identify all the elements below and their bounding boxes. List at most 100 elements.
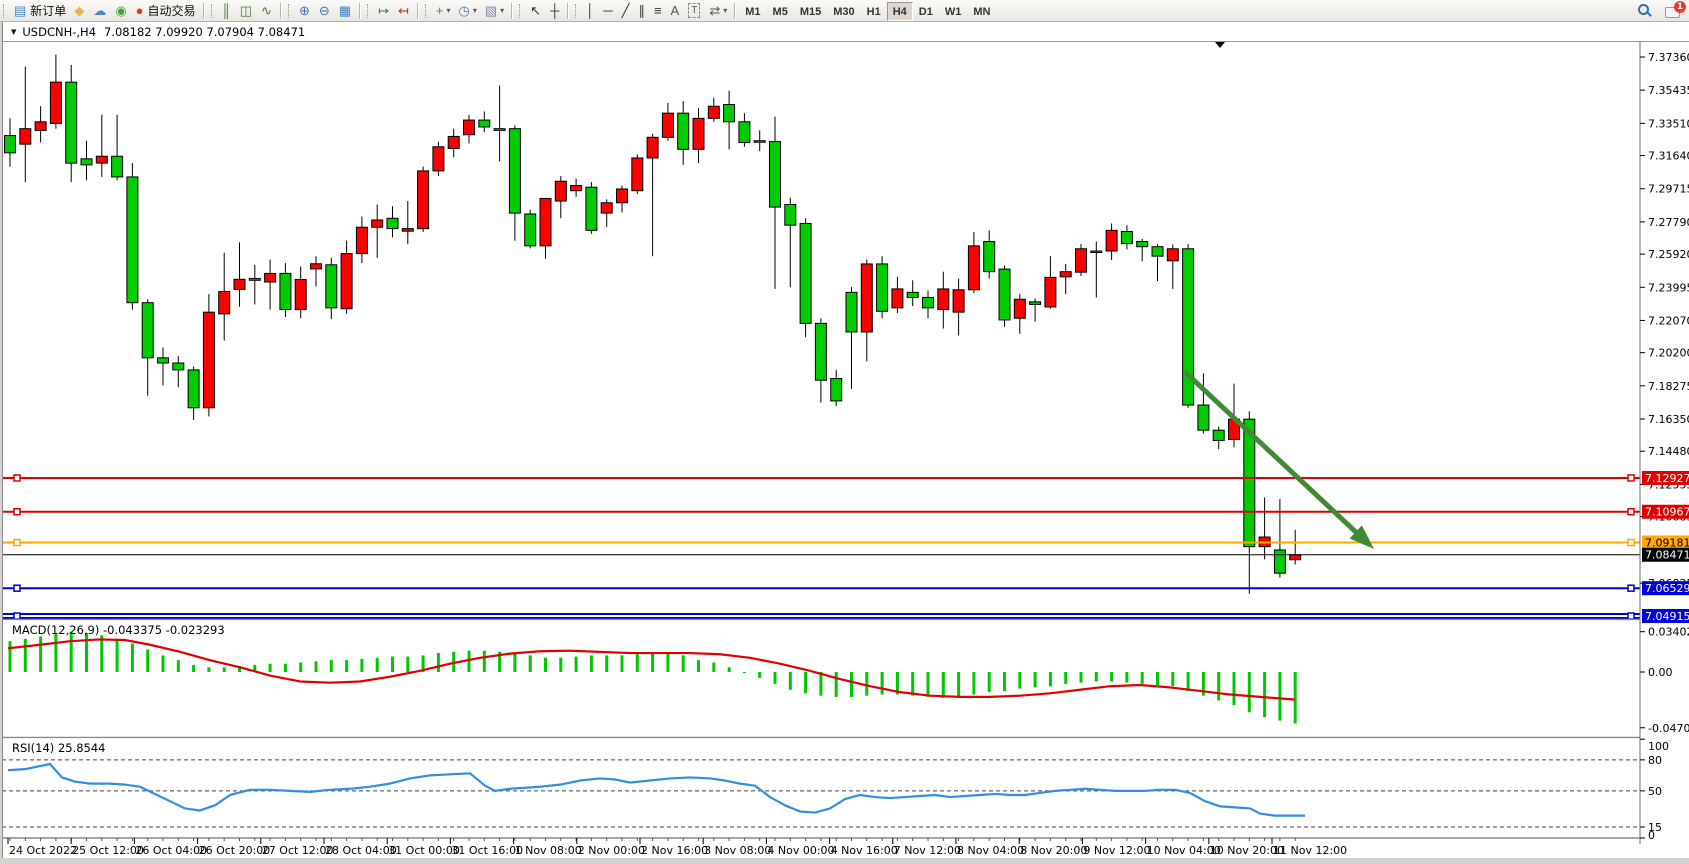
candle-body[interactable] bbox=[5, 136, 16, 153]
level-drag-handle[interactable] bbox=[14, 475, 20, 481]
candle-body[interactable] bbox=[127, 177, 138, 303]
chevron-down-icon[interactable]: ▾ bbox=[446, 6, 450, 15]
candle-body[interactable] bbox=[1045, 277, 1056, 307]
candle-body[interactable] bbox=[158, 358, 169, 363]
zoom-out-button[interactable]: ⊖ bbox=[315, 1, 335, 20]
candle-body[interactable] bbox=[1167, 249, 1178, 261]
candle-body[interactable] bbox=[341, 254, 352, 309]
candle-body[interactable] bbox=[708, 106, 719, 118]
candle-body[interactable] bbox=[234, 279, 245, 289]
candle-body[interactable] bbox=[372, 220, 383, 227]
candle-body[interactable] bbox=[800, 223, 811, 323]
candle-body[interactable] bbox=[815, 323, 826, 380]
new-order-button[interactable]: ▤新订单 bbox=[10, 1, 70, 20]
candle-body[interactable] bbox=[112, 156, 123, 177]
candle-body[interactable] bbox=[724, 105, 735, 122]
candle-body[interactable] bbox=[586, 187, 597, 230]
timeframe-d1-button[interactable]: D1 bbox=[913, 2, 939, 21]
candle-body[interactable] bbox=[678, 113, 689, 149]
timeframe-h4-button[interactable]: H4 bbox=[887, 2, 913, 21]
level-drag-handle[interactable] bbox=[1628, 509, 1634, 515]
auto-scroll-button[interactable]: ↦ bbox=[374, 1, 394, 20]
timeframe-w1-button[interactable]: W1 bbox=[939, 2, 968, 21]
level-drag-handle[interactable] bbox=[1628, 475, 1634, 481]
candle-body[interactable] bbox=[555, 181, 566, 201]
candle-body[interactable] bbox=[693, 118, 704, 149]
chart-collapse-icon[interactable]: ▼ bbox=[11, 28, 16, 36]
candle-body[interactable] bbox=[249, 279, 260, 281]
candle-body[interactable] bbox=[525, 214, 536, 246]
candle-body[interactable] bbox=[1030, 302, 1041, 305]
label-button[interactable]: T bbox=[684, 1, 705, 20]
candle-body[interactable] bbox=[617, 189, 628, 203]
candle-body[interactable] bbox=[280, 273, 291, 309]
candle-body[interactable] bbox=[265, 273, 276, 282]
horizontal-line-button[interactable]: ─ bbox=[599, 1, 617, 20]
level-drag-handle[interactable] bbox=[14, 613, 20, 619]
search-icon[interactable] bbox=[1638, 4, 1651, 17]
candle-body[interactable] bbox=[173, 363, 184, 370]
candle-body[interactable] bbox=[892, 289, 903, 308]
timeframe-m5-button[interactable]: M5 bbox=[767, 2, 794, 21]
candle-body[interactable] bbox=[433, 147, 444, 171]
candle-body[interactable] bbox=[50, 82, 61, 123]
candle-body[interactable] bbox=[96, 156, 107, 163]
level-drag-handle[interactable] bbox=[14, 509, 20, 515]
candle-body[interactable] bbox=[601, 203, 612, 213]
candle-body[interactable] bbox=[1290, 555, 1301, 560]
chat-icon[interactable]: 1 bbox=[1665, 5, 1681, 17]
indicators-button[interactable]: +▾ bbox=[432, 1, 455, 20]
candle-body[interactable] bbox=[479, 120, 490, 127]
arrows-button[interactable]: ⇄▾ bbox=[705, 1, 731, 20]
candle-body[interactable] bbox=[509, 129, 520, 213]
candle-body[interactable] bbox=[984, 242, 995, 272]
charts-cloud-button[interactable]: ☁ bbox=[89, 1, 111, 20]
candle-body[interactable] bbox=[571, 186, 582, 191]
candle-body[interactable] bbox=[203, 312, 214, 408]
candle-body[interactable] bbox=[188, 370, 199, 408]
candle-body[interactable] bbox=[770, 142, 781, 207]
candle-body[interactable] bbox=[632, 158, 643, 191]
crosshair-button[interactable]: ┼ bbox=[546, 1, 564, 20]
candle-body[interactable] bbox=[464, 120, 475, 135]
candle-body[interactable] bbox=[540, 198, 551, 245]
candle-body[interactable] bbox=[968, 246, 979, 290]
candle-body[interactable] bbox=[356, 227, 367, 253]
candle-body[interactable] bbox=[1137, 242, 1148, 247]
signals-button[interactable]: ◉ bbox=[111, 1, 131, 20]
candle-body[interactable] bbox=[494, 129, 505, 131]
candle-body[interactable] bbox=[66, 82, 77, 163]
candle-body[interactable] bbox=[1060, 272, 1071, 277]
timeframe-m1-button[interactable]: M1 bbox=[739, 2, 766, 21]
periods-button[interactable]: ◷▾ bbox=[454, 1, 480, 20]
text-button[interactable]: A bbox=[667, 1, 685, 20]
candle-body[interactable] bbox=[907, 292, 918, 297]
candle-body[interactable] bbox=[1091, 251, 1102, 253]
candle-body[interactable] bbox=[923, 298, 934, 308]
candle-body[interactable] bbox=[938, 289, 949, 310]
tile-windows-button[interactable]: ▦ bbox=[335, 1, 356, 20]
candle-body[interactable] bbox=[1014, 299, 1025, 318]
candle-body[interactable] bbox=[785, 204, 796, 225]
autotrading-button[interactable]: ●自动交易 bbox=[132, 1, 200, 20]
level-drag-handle[interactable] bbox=[1628, 613, 1634, 619]
equidistant-channel-button[interactable]: ∥ bbox=[634, 1, 650, 20]
timeframe-h1-button[interactable]: H1 bbox=[861, 2, 887, 21]
timeframe-m30-button[interactable]: M30 bbox=[827, 2, 860, 21]
candle-body[interactable] bbox=[418, 171, 429, 229]
candle-body[interactable] bbox=[219, 291, 230, 313]
templates-button[interactable]: ▧▾ bbox=[481, 1, 508, 20]
candle-body[interactable] bbox=[326, 265, 337, 308]
candle-body[interactable] bbox=[831, 379, 842, 401]
candle-body[interactable] bbox=[20, 129, 31, 145]
candle-body[interactable] bbox=[1106, 230, 1117, 251]
cursor-button[interactable]: ↖ bbox=[526, 1, 546, 20]
candle-body[interactable] bbox=[953, 290, 964, 312]
line-chart-button[interactable]: ∿ bbox=[257, 1, 277, 20]
candle-body[interactable] bbox=[877, 264, 888, 311]
candle-body[interactable] bbox=[647, 137, 658, 158]
candle-body[interactable] bbox=[1213, 430, 1224, 440]
candle-body[interactable] bbox=[387, 218, 398, 228]
candle-body[interactable] bbox=[1152, 247, 1163, 256]
candle-body[interactable] bbox=[739, 122, 750, 143]
